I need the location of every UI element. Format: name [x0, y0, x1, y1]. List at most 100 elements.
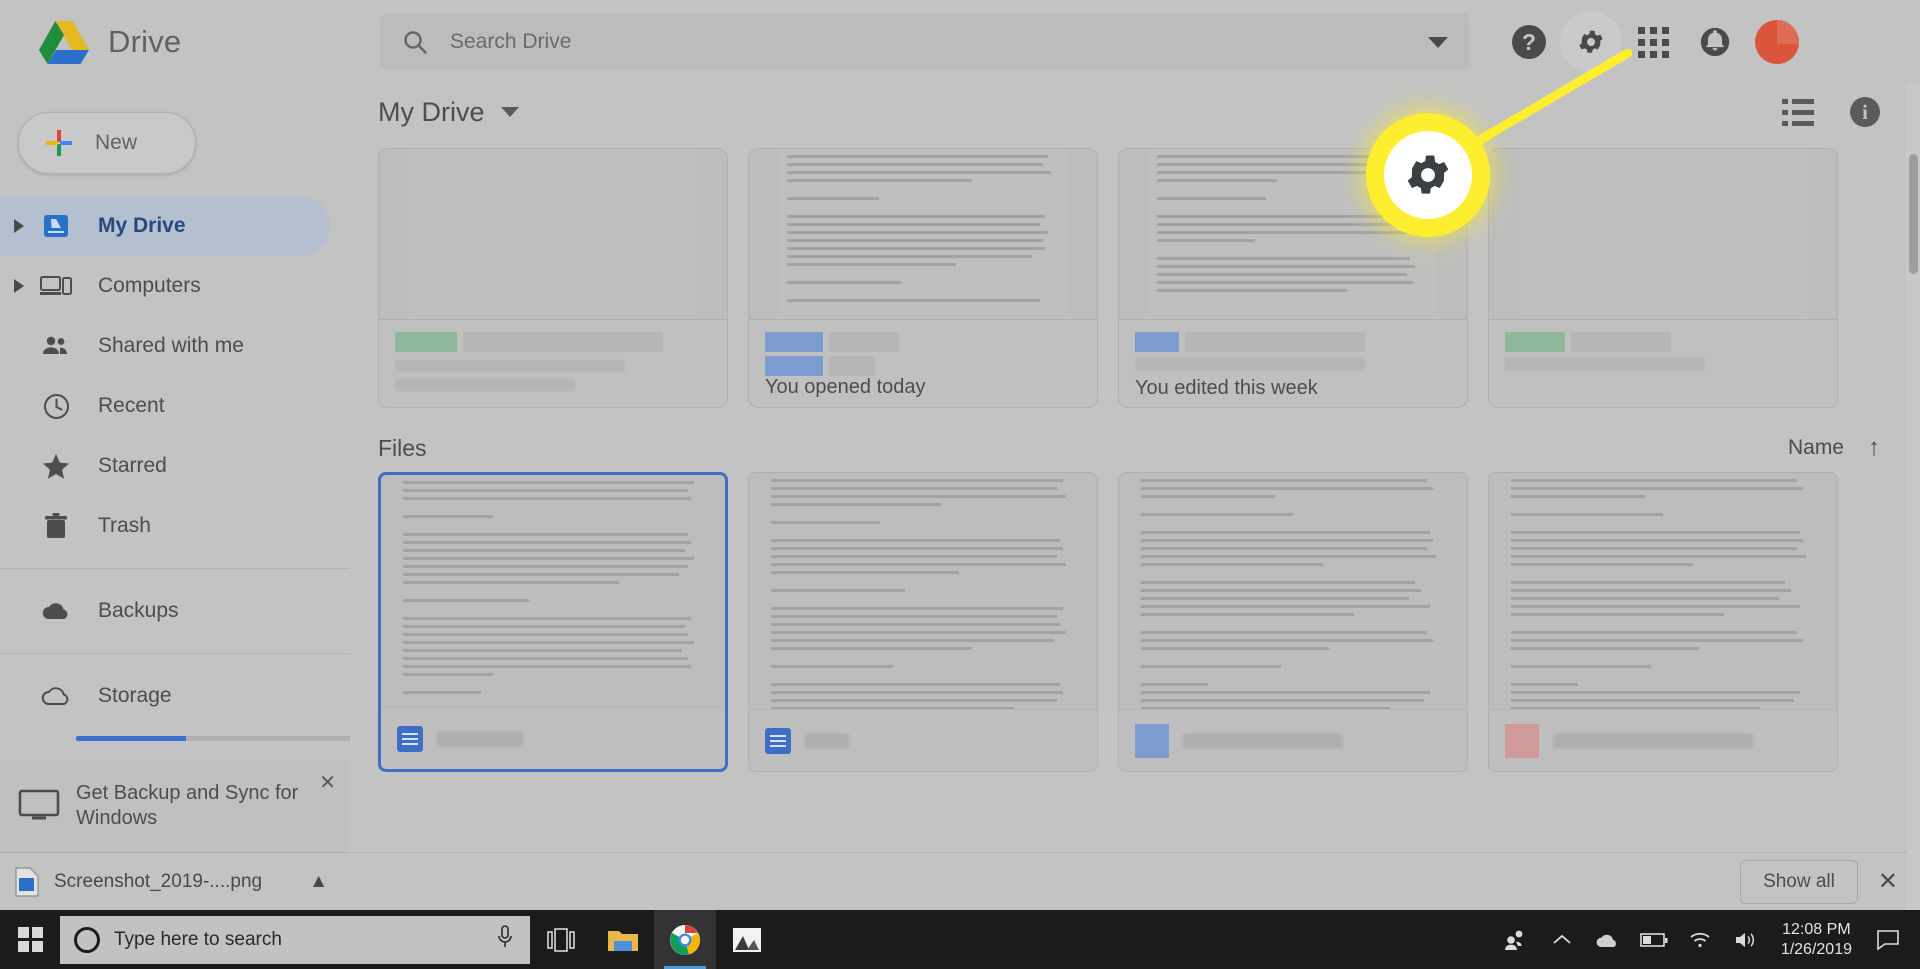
account-button[interactable]: [1746, 11, 1808, 73]
file-preview: [381, 475, 725, 707]
task-view-icon: [547, 927, 575, 952]
quick-access-caption: You edited this week: [1135, 377, 1318, 399]
taskbar-clock[interactable]: 12:08 PM 1/26/2019: [1769, 920, 1864, 960]
file-preview: [1119, 473, 1467, 709]
highlight-circle: [1366, 113, 1490, 237]
document-preview: [749, 149, 1097, 319]
quick-access-card-footer: You opened today: [749, 319, 1097, 407]
breadcrumb-chevron-down-icon[interactable]: [500, 107, 519, 117]
scrollbar-thumb[interactable]: [1909, 154, 1918, 274]
quick-access-card[interactable]: [1488, 148, 1838, 408]
quick-access-card[interactable]: You opened today: [748, 148, 1098, 408]
expand-triangle-icon[interactable]: [14, 279, 24, 293]
quick-access-caption: You opened today: [765, 376, 926, 398]
taskbar-search-box[interactable]: Type here to search: [60, 915, 530, 964]
volume-icon[interactable]: [1723, 910, 1769, 969]
action-center-button[interactable]: [1864, 910, 1912, 969]
arrow-up-icon[interactable]: ↑: [1868, 434, 1880, 462]
close-icon[interactable]: ✕: [1878, 867, 1898, 896]
google-drive-logo-icon: [38, 19, 90, 65]
search-icon: [402, 29, 428, 55]
onedrive-icon[interactable]: [1585, 910, 1631, 969]
sidebar-item-backups[interactable]: Backups: [0, 581, 350, 641]
list-view-icon[interactable]: [1782, 98, 1814, 126]
file-card-footer: [1119, 709, 1467, 771]
new-button[interactable]: New: [18, 112, 196, 174]
vertical-scrollbar[interactable]: [1906, 84, 1920, 910]
start-button[interactable]: [0, 910, 60, 969]
sidebar-item-shared-with-me[interactable]: Shared with me: [0, 316, 350, 376]
user-avatar: [1755, 20, 1799, 64]
clock-date: 1/26/2019: [1780, 940, 1852, 958]
sidebar-item-starred[interactable]: Starred: [0, 436, 350, 496]
sidebar-item-label: Shared with me: [98, 334, 244, 357]
battery-icon[interactable]: [1631, 910, 1677, 969]
expand-triangle-icon[interactable]: [14, 219, 24, 233]
files-section-title: Files: [378, 434, 427, 461]
highlight-circle-inner: [1384, 131, 1472, 219]
taskbar-search-placeholder: Type here to search: [114, 928, 282, 950]
task-view-button[interactable]: [530, 910, 592, 969]
sidebar-item-recent[interactable]: Recent: [0, 376, 350, 436]
sidebar-item-storage[interactable]: Storage: [0, 666, 350, 726]
quick-access-card-footer: You edited this week: [1119, 319, 1467, 407]
file-thumbnail: [1505, 723, 1539, 758]
file-card[interactable]: [1118, 472, 1468, 772]
file-card[interactable]: [1488, 472, 1838, 772]
show-all-downloads-button[interactable]: Show all: [1740, 859, 1858, 904]
file-explorer-button[interactable]: [592, 910, 654, 969]
document-page: [779, 149, 1067, 319]
windows-start-icon: [17, 927, 43, 952]
file-card-footer: [1489, 709, 1837, 771]
backup-sync-promo[interactable]: Get Backup and Sync for Windows ✕: [0, 760, 348, 852]
sort-by-name-button[interactable]: Name: [1788, 436, 1844, 460]
file-name: [1183, 732, 1343, 749]
chevron-up-icon[interactable]: ▲: [309, 871, 328, 893]
sidebar-item-label: Recent: [98, 394, 165, 417]
show-hidden-icons-icon[interactable]: [1539, 910, 1585, 969]
google-apps-button[interactable]: [1622, 11, 1684, 73]
photos-button[interactable]: [716, 910, 778, 969]
sidebar-item-my-drive[interactable]: My Drive: [0, 196, 330, 256]
google-docs-icon: [765, 727, 791, 754]
people-tray-icon[interactable]: [1493, 910, 1539, 969]
search-options-chevron-down-icon[interactable]: [1428, 36, 1448, 48]
settings-button[interactable]: [1560, 11, 1622, 73]
file-name-placeholder: [765, 356, 1081, 376]
gear-icon: [1579, 30, 1603, 53]
system-tray: 12:08 PM 1/26/2019: [1493, 910, 1920, 969]
chrome-button[interactable]: [654, 910, 716, 969]
file-card[interactable]: [748, 472, 1098, 772]
file-name-placeholder: [765, 332, 1081, 352]
gear-icon: [1407, 155, 1449, 194]
search-bar[interactable]: [380, 13, 1470, 71]
sidebar-item-trash[interactable]: Trash: [0, 496, 350, 556]
file-card[interactable]: [378, 472, 728, 772]
cortana-icon: [74, 926, 100, 953]
file-name-placeholder: [395, 332, 711, 352]
computer-icon: [36, 269, 76, 303]
people-icon: [36, 329, 76, 363]
sidebar-item-label: Trash: [98, 514, 151, 537]
microphone-icon[interactable]: [494, 924, 516, 955]
close-icon[interactable]: ✕: [319, 770, 336, 795]
sidebar-item-computers[interactable]: Computers: [0, 256, 350, 316]
notifications-button[interactable]: [1684, 11, 1746, 73]
drive-brand[interactable]: Drive: [0, 19, 380, 65]
trash-icon: [36, 509, 76, 543]
taskbar-apps: [530, 910, 778, 969]
drive-top-bar: Drive ?: [0, 0, 1920, 84]
download-item[interactable]: Screenshot_2019-....png ▲: [0, 852, 348, 910]
breadcrumb[interactable]: My Drive: [378, 97, 485, 128]
document-preview: [379, 149, 727, 319]
wifi-icon[interactable]: [1677, 910, 1723, 969]
info-icon[interactable]: i: [1850, 97, 1880, 127]
plus-icon: [45, 129, 73, 157]
help-button[interactable]: ?: [1498, 11, 1560, 73]
quick-access-card[interactable]: [378, 148, 728, 408]
sidebar-nav: My Drive Computers Shared with me Recent…: [0, 196, 366, 741]
search-input[interactable]: [450, 30, 1418, 54]
